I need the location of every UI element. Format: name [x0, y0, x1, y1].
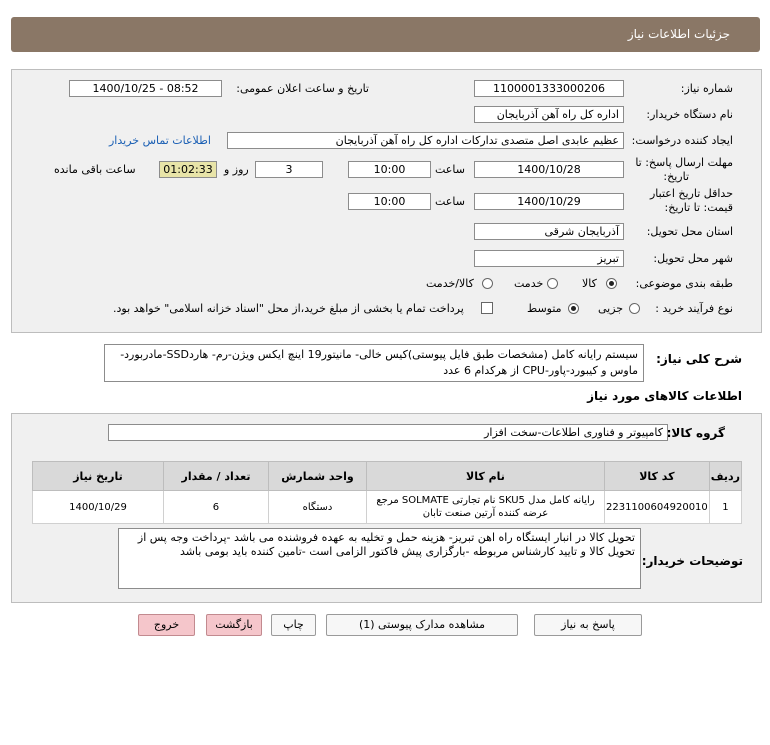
city-label: شهر محل تحویل:	[653, 252, 733, 265]
items-table: ردیف کد کالا نام کالا واحد شمارش تعداد /…	[32, 461, 743, 524]
col-qty: تعداد / مقدار	[162, 461, 269, 491]
table-row: 1 2231100604920010 رایانه کامل مدل SKU5 …	[32, 490, 743, 524]
print-button[interactable]: چاپ	[271, 614, 316, 636]
col-name: نام کالا	[365, 461, 605, 491]
cell-date: 1400/10/29	[32, 490, 164, 524]
reply-time-label: ساعت	[435, 163, 465, 176]
buyer-org-label: نام دستگاه خریدار:	[646, 108, 733, 121]
validity-time-label: ساعت	[435, 195, 465, 208]
buyer-contact-link[interactable]: اطلاعات تماس خریدار	[109, 134, 211, 147]
need-details-panel: شماره نیاز: 1100001333000206 تاریخ و ساع…	[11, 69, 762, 333]
treasury-payment-checkbox[interactable]	[481, 302, 493, 314]
category-radio-service[interactable]	[547, 278, 558, 289]
process-radio-medium[interactable]	[568, 303, 579, 314]
creator-label: ایجاد کننده درخواست:	[631, 134, 733, 147]
city-field: تبریز	[474, 250, 624, 267]
validity-label: حداقل تاریخ اعتبار	[649, 187, 733, 200]
province-label: استان محل تحویل:	[646, 225, 733, 238]
view-attachments-button[interactable]: مشاهده مدارک پیوستی (1)	[326, 614, 518, 636]
buyer-org-field: اداره کل راه آهن آذربایجان	[474, 106, 624, 123]
category-option-goods: کالا	[582, 277, 597, 290]
buyer-notes-field: تحویل کالا در انبار ایستگاه راه اهن تبری…	[118, 528, 641, 589]
col-code: کد کالا	[603, 461, 710, 491]
cell-row: 1	[708, 490, 743, 524]
announce-label: تاریخ و ساعت اعلان عمومی:	[236, 82, 369, 95]
need-number-label: شماره نیاز:	[680, 82, 733, 95]
items-section-title: اطلاعات کالاهای مورد نیاز	[587, 389, 742, 403]
group-field: کامپیوتر و فناوری اطلاعات-سخت افزار	[108, 424, 668, 441]
days-label: روز و	[224, 163, 249, 176]
description-label: شرح کلی نیاز:	[656, 352, 742, 366]
category-radio-goods[interactable]	[606, 278, 617, 289]
category-option-service: خدمت	[514, 277, 544, 290]
validity-date-field: 1400/10/29	[474, 193, 624, 210]
reply-button[interactable]: پاسخ به نیاز	[534, 614, 642, 636]
process-option-medium: متوسط	[527, 302, 562, 315]
description-field: سیستم رایانه کامل (مشخصات طبق فایل پیوست…	[104, 344, 644, 382]
category-label: طبقه بندی موضوعی:	[635, 277, 733, 290]
cell-code: 2231100604920010	[603, 490, 710, 524]
process-radio-minor[interactable]	[629, 303, 640, 314]
page-title: جزئیات اطلاعات نیاز	[627, 27, 730, 41]
col-unit: واحد شمارش	[267, 461, 367, 491]
back-button[interactable]: بازگشت	[206, 614, 262, 636]
reply-time-field: 10:00	[348, 161, 431, 178]
col-row: ردیف	[708, 461, 743, 491]
col-date: تاریخ نیاز	[32, 461, 164, 491]
validity-time-field: 10:00	[348, 193, 431, 210]
announce-field: 1400/10/25 - 08:52	[69, 80, 222, 97]
buyer-notes-label: توضیحات خریدار:	[641, 554, 743, 568]
reply-date-field: 1400/10/28	[474, 161, 624, 178]
exit-button[interactable]: خروج	[138, 614, 195, 636]
days-field: 3	[255, 161, 323, 178]
countdown-field: 01:02:33	[159, 161, 217, 178]
reply-deadline-label: مهلت ارسال پاسخ: تا	[635, 156, 733, 169]
province-field: آذربایجان شرقی	[474, 223, 624, 240]
creator-field: عظیم عابدی اصل متصدی تدارکات اداره کل را…	[227, 132, 624, 149]
reply-deadline-label-2: تاریخ:	[663, 170, 689, 183]
cell-qty: 6	[162, 490, 269, 524]
items-panel: گروه کالا: کامپیوتر و فناوری اطلاعات-سخت…	[11, 413, 762, 603]
category-option-goods-service: کالا/خدمت	[426, 277, 474, 290]
cell-unit: دستگاه	[267, 490, 367, 524]
remaining-label: ساعت باقی مانده	[54, 163, 136, 176]
process-option-minor: جزیی	[598, 302, 624, 315]
page-header: جزئیات اطلاعات نیاز	[11, 17, 760, 52]
group-label: گروه کالا:	[666, 426, 725, 440]
process-label: نوع فرآیند خرید :	[655, 302, 733, 315]
cell-name: رایانه کامل مدل SKU5 نام تجارتی SOLMATE …	[365, 490, 605, 524]
validity-label-2: قیمت: تا تاریخ:	[664, 201, 733, 214]
treasury-payment-text: پرداخت تمام یا بخشی از مبلغ خرید،از محل …	[113, 302, 464, 315]
category-radio-goods-service[interactable]	[482, 278, 493, 289]
items-table-header: ردیف کد کالا نام کالا واحد شمارش تعداد /…	[32, 461, 743, 491]
need-number-field: 1100001333000206	[474, 80, 624, 97]
